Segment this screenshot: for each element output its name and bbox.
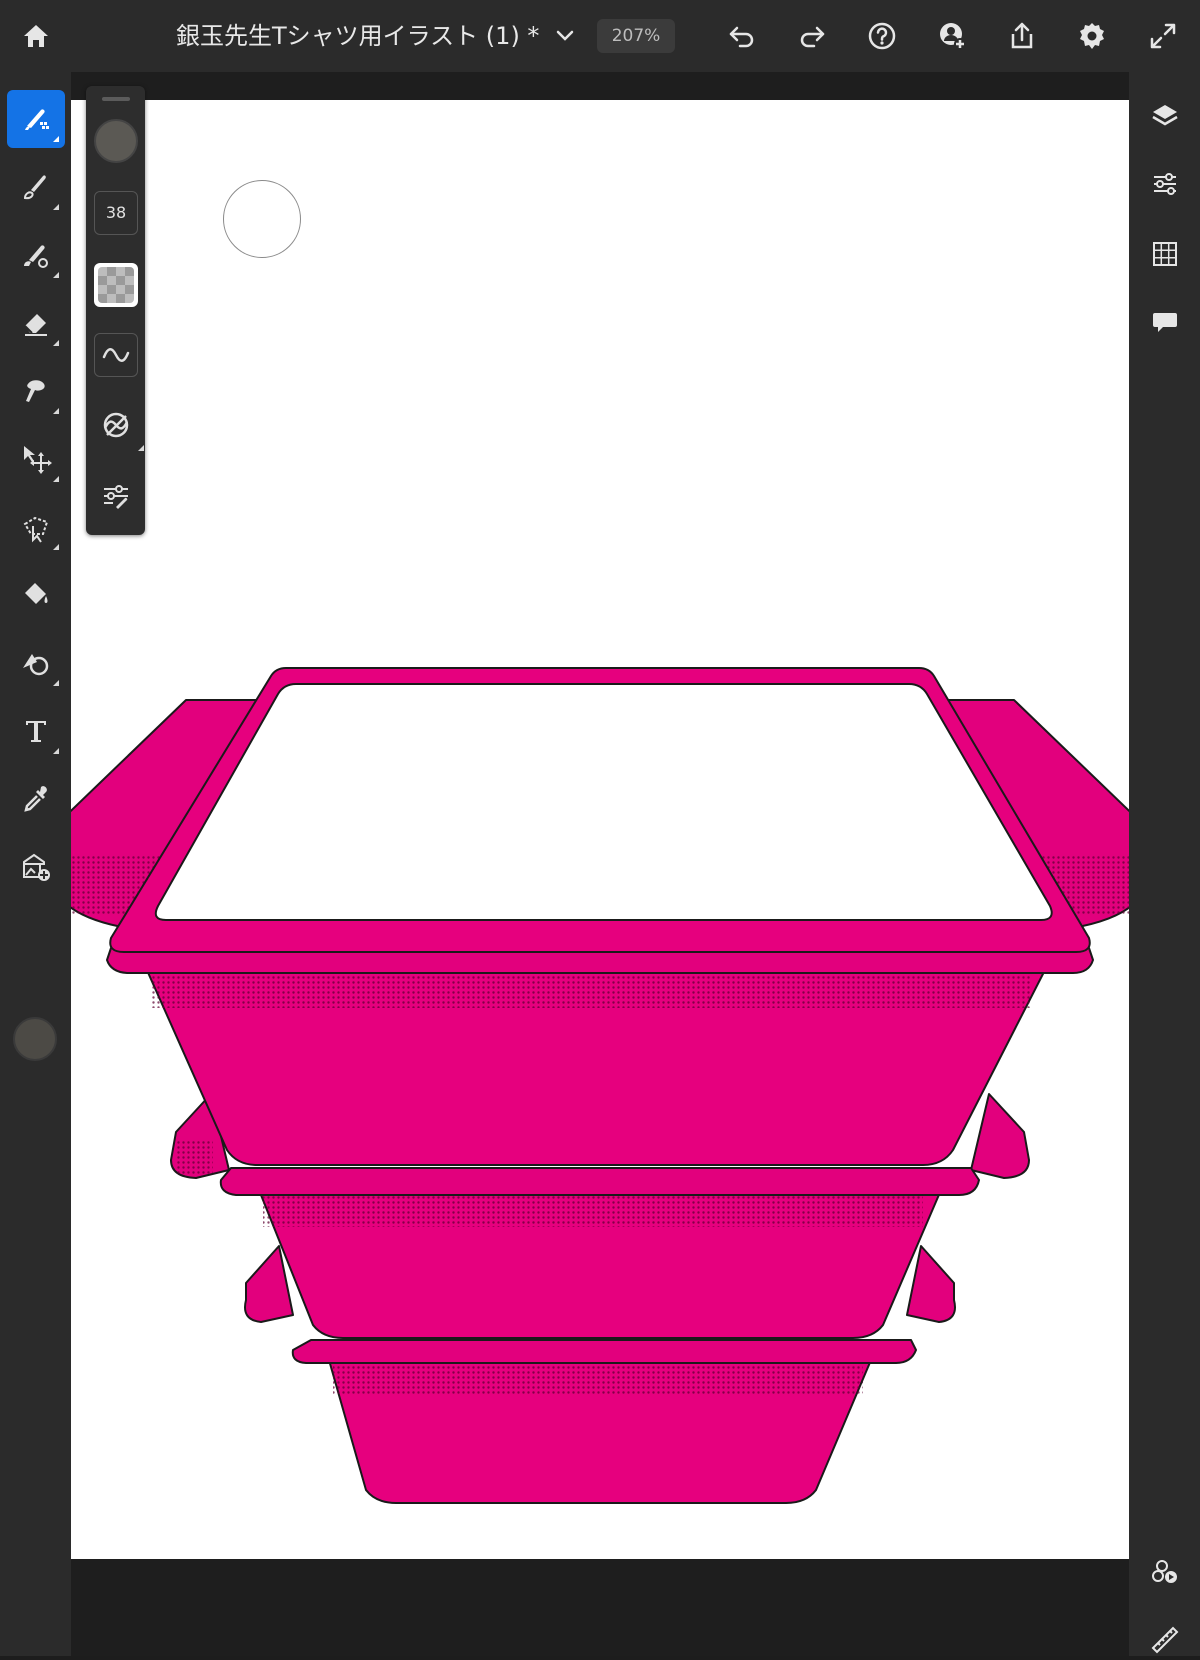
tool-shape[interactable] bbox=[7, 634, 65, 692]
tray-middle-shade bbox=[263, 1193, 923, 1227]
brush-options-panel: 38 bbox=[86, 86, 145, 535]
brush-opacity-control[interactable] bbox=[94, 263, 138, 307]
tool-smudge[interactable] bbox=[7, 158, 65, 216]
artboard[interactable] bbox=[71, 100, 1129, 1559]
help-icon[interactable] bbox=[862, 16, 902, 56]
tray-top-body-shade bbox=[151, 970, 1031, 1008]
tray-middle-handle-right bbox=[970, 1093, 1030, 1179]
top-bar: 銀玉先生Tシャツ用イラスト (1) * 207% bbox=[0, 0, 1200, 72]
tool-eraser[interactable] bbox=[7, 294, 65, 352]
smoothing-button[interactable] bbox=[94, 333, 138, 377]
lasso-icon bbox=[23, 516, 49, 543]
brush-settings-icon bbox=[104, 485, 128, 509]
settings-icon[interactable] bbox=[1072, 16, 1112, 56]
brush-color-swatch[interactable] bbox=[94, 119, 138, 163]
tool-paint-bucket[interactable] bbox=[7, 566, 65, 624]
tool-liquify[interactable] bbox=[7, 362, 65, 420]
tray-top-opening bbox=[154, 683, 1053, 921]
tool-eyedropper[interactable] bbox=[7, 770, 65, 828]
tool-text[interactable] bbox=[7, 702, 65, 760]
tool-brush[interactable] bbox=[7, 90, 65, 148]
grid-icon[interactable] bbox=[1145, 234, 1185, 274]
brush-icon bbox=[25, 109, 49, 130]
eyedropper-icon bbox=[24, 786, 47, 812]
invite-icon[interactable] bbox=[932, 16, 972, 56]
document-title[interactable]: 銀玉先生Tシャツ用イラスト (1) * bbox=[176, 18, 539, 54]
layers-icon[interactable] bbox=[1145, 96, 1185, 136]
smoothing-icon bbox=[102, 348, 130, 362]
shape-icon bbox=[23, 654, 49, 676]
mask-icon[interactable] bbox=[1145, 1552, 1185, 1592]
paint-bucket-icon bbox=[25, 583, 48, 604]
tray-bottom-shade bbox=[333, 1363, 863, 1395]
liquify-icon bbox=[26, 380, 45, 402]
panel-grip[interactable] bbox=[102, 97, 130, 101]
tray-bottom-handle-right bbox=[906, 1245, 956, 1323]
move-icon bbox=[24, 446, 52, 474]
tool-lasso[interactable] bbox=[7, 498, 65, 556]
brush-settings-button[interactable] bbox=[94, 474, 138, 518]
brush-cursor bbox=[223, 180, 301, 258]
color-swatch[interactable] bbox=[13, 1017, 57, 1061]
mixer-brush-icon bbox=[24, 245, 48, 268]
redo-icon[interactable] bbox=[792, 16, 832, 56]
eraser-icon bbox=[24, 314, 47, 336]
right-panel bbox=[1129, 72, 1200, 1656]
place-image-icon bbox=[23, 853, 50, 881]
smudge-brush-icon bbox=[23, 175, 46, 200]
tray-bottom-rim bbox=[291, 1339, 917, 1364]
share-icon[interactable] bbox=[1002, 16, 1042, 56]
undo-icon[interactable] bbox=[722, 16, 762, 56]
brush-size-value[interactable]: 38 bbox=[94, 191, 138, 235]
tool-fill-brush[interactable] bbox=[7, 226, 65, 284]
fullscreen-icon[interactable] bbox=[1143, 16, 1183, 56]
illustration bbox=[71, 667, 1129, 1504]
tray-middle-rim bbox=[219, 1167, 980, 1196]
pressure-icon bbox=[103, 412, 129, 438]
home-icon[interactable] bbox=[16, 16, 56, 56]
comments-icon[interactable] bbox=[1145, 302, 1185, 342]
tray-middle-handle-left-shade bbox=[175, 1140, 213, 1175]
canvas-area[interactable] bbox=[71, 72, 1129, 1656]
adjustments-icon[interactable] bbox=[1145, 164, 1185, 204]
tool-move[interactable] bbox=[7, 430, 65, 488]
zoom-level[interactable]: 207% bbox=[597, 19, 675, 53]
pressure-button[interactable] bbox=[94, 403, 144, 451]
checkerboard-icon bbox=[98, 267, 134, 303]
tool-place-image[interactable] bbox=[7, 838, 65, 896]
ruler-icon[interactable] bbox=[1145, 1620, 1185, 1660]
left-toolbar bbox=[0, 72, 71, 1656]
text-icon bbox=[26, 721, 46, 742]
chevron-down-icon[interactable] bbox=[545, 16, 585, 56]
